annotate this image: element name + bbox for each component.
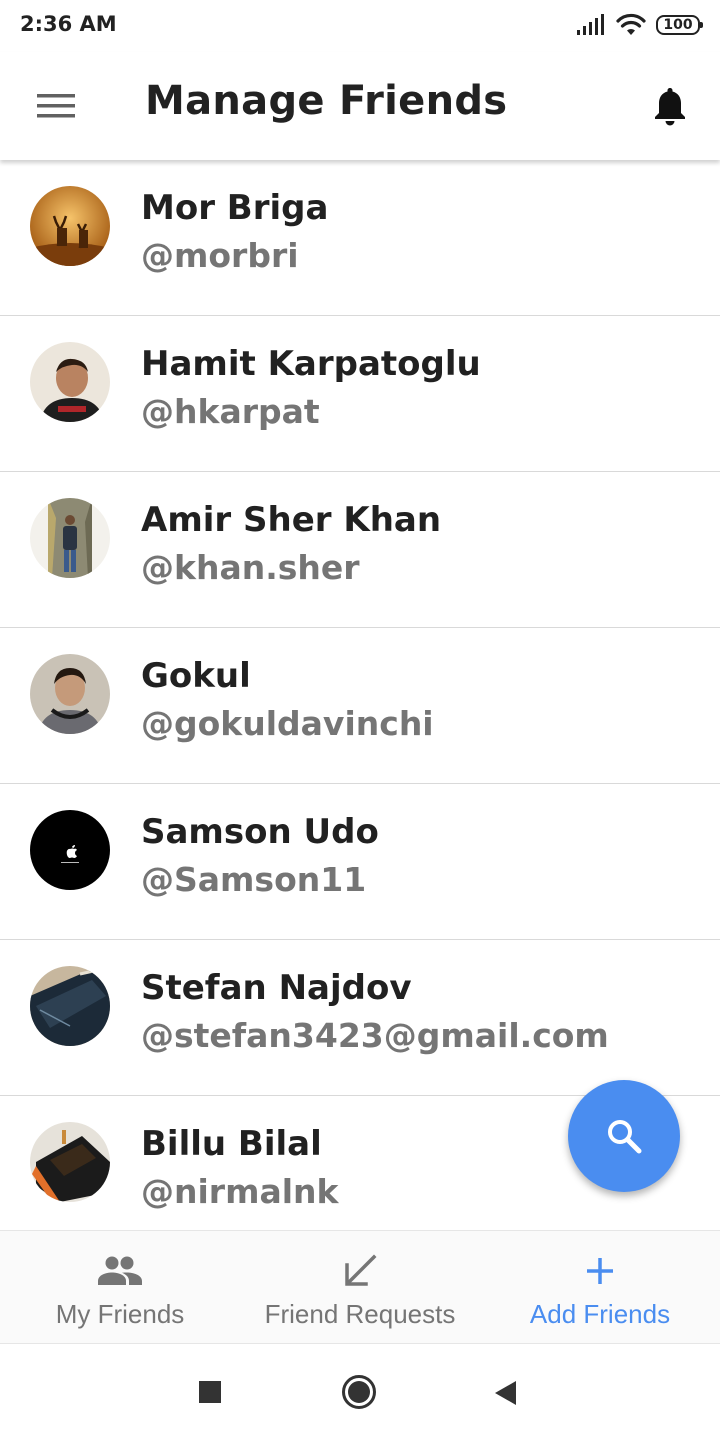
bell-icon xyxy=(655,88,685,126)
notifications-button[interactable] xyxy=(642,78,698,134)
tab-label: Add Friends xyxy=(529,1299,671,1329)
friend-handle: @hkarpat xyxy=(141,392,320,431)
avatar xyxy=(30,810,110,890)
friend-list[interactable]: Mor Briga @morbri Hamit Karpatoglu @hkar… xyxy=(0,160,720,1230)
search-fab-button[interactable] xyxy=(568,1080,680,1192)
friend-name: Mor Briga xyxy=(141,188,329,228)
home-circle-icon[interactable] xyxy=(341,1374,377,1410)
wifi-icon xyxy=(616,13,646,35)
system-navigation-bar xyxy=(0,1344,720,1440)
friend-name: Gokul xyxy=(141,656,251,696)
avatar xyxy=(30,186,110,266)
friend-name: Hamit Karpatoglu xyxy=(141,344,481,384)
tab-label: My Friends xyxy=(55,1299,185,1329)
page-title: Manage Friends xyxy=(145,78,508,124)
avatar xyxy=(30,1122,110,1202)
signal-icon xyxy=(577,14,604,35)
friend-row[interactable]: Hamit Karpatoglu @hkarpat xyxy=(0,316,720,472)
battery-icon: 100 xyxy=(656,15,703,35)
friend-handle: @Samson11 xyxy=(141,860,367,899)
recents-square-icon[interactable] xyxy=(198,1380,222,1404)
menu-button[interactable] xyxy=(26,76,86,136)
avatar xyxy=(30,342,110,422)
avatar xyxy=(30,654,110,734)
tab-my-friends[interactable]: My Friends xyxy=(0,1231,240,1343)
avatar xyxy=(30,966,110,1046)
tab-friend-requests[interactable]: Friend Requests xyxy=(240,1231,480,1343)
friend-handle: @stefan3423@gmail.com xyxy=(141,1016,609,1055)
bottom-navigation: My Friends Friend Requests Add Friends xyxy=(0,1230,720,1344)
people-icon xyxy=(98,1256,142,1285)
friend-handle: @khan.sher xyxy=(141,548,360,587)
friend-handle: @morbri xyxy=(141,236,299,275)
friend-row[interactable]: Stefan Najdov @stefan3423@gmail.com xyxy=(0,940,720,1096)
search-icon xyxy=(608,1120,642,1154)
friend-handle: @nirmalnk xyxy=(141,1172,339,1211)
friend-row[interactable]: Amir Sher Khan @khan.sher xyxy=(0,472,720,628)
tab-label: Friend Requests xyxy=(264,1299,456,1329)
friend-row[interactable]: Samson Udo @Samson11 xyxy=(0,784,720,940)
friend-handle: @gokuldavinchi xyxy=(141,704,434,743)
friend-name: Amir Sher Khan xyxy=(141,500,442,540)
friend-name: Samson Udo xyxy=(141,812,379,852)
plus-icon xyxy=(587,1258,613,1284)
tab-add-friends[interactable]: Add Friends xyxy=(480,1231,720,1343)
app-bar: Manage Friends xyxy=(0,52,720,160)
friend-row[interactable]: Gokul @gokuldavinchi xyxy=(0,628,720,784)
friend-name: Stefan Najdov xyxy=(141,968,412,1008)
friend-row[interactable]: Mor Briga @morbri xyxy=(0,160,720,316)
hamburger-menu-icon xyxy=(37,94,75,118)
back-triangle-icon[interactable] xyxy=(493,1380,517,1406)
friend-name: Billu Bilal xyxy=(141,1124,322,1164)
status-time: 2:36 AM xyxy=(20,12,117,36)
arrow-down-left-icon xyxy=(345,1254,377,1286)
avatar xyxy=(30,498,110,578)
status-bar: 2:36 AM 100 xyxy=(0,0,720,52)
status-icons: 100 xyxy=(576,12,703,38)
